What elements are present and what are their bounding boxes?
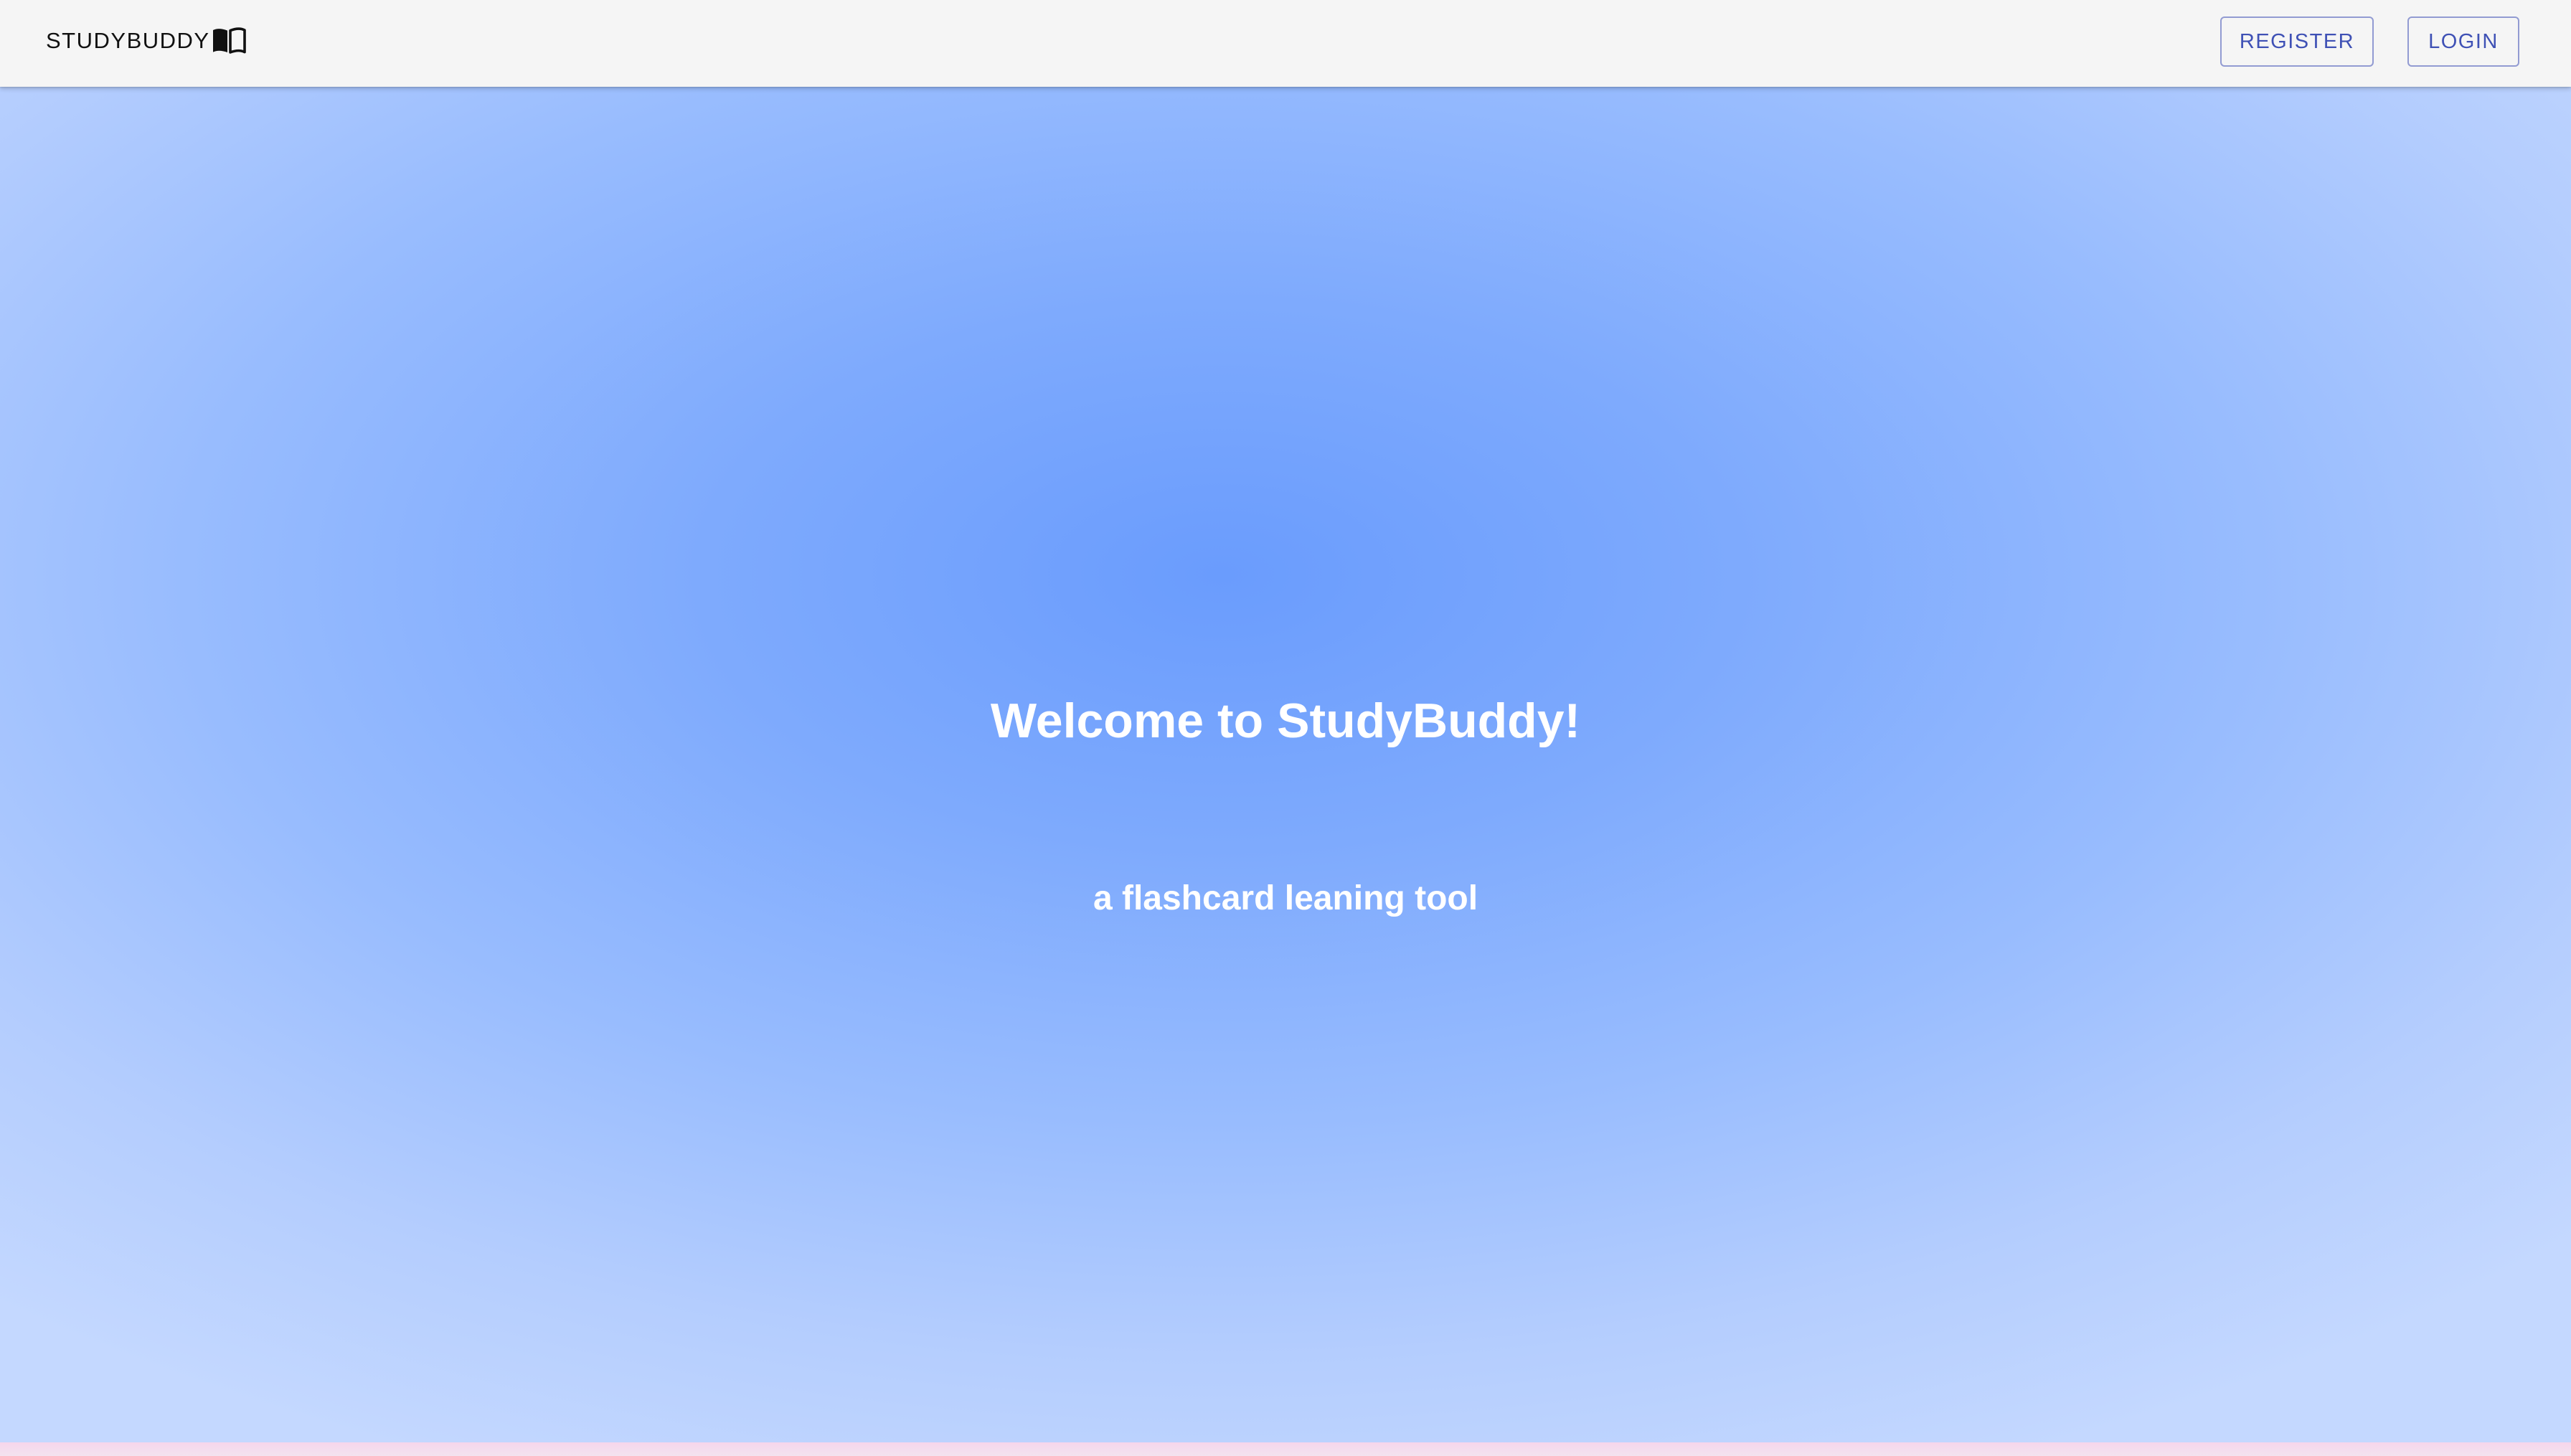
register-button[interactable]: REGISTER (2220, 16, 2374, 67)
hero-subtitle: a flashcard leaning tool (1093, 879, 1478, 917)
brand-logo[interactable]: STUDYBUDDY (46, 0, 246, 82)
open-book-icon (212, 27, 246, 55)
hero-title: Welcome to StudyBuddy! (990, 694, 1581, 748)
hero-section: Welcome to StudyBuddy! a flashcard leani… (0, 87, 2571, 1442)
page-bottom-edge (0, 1442, 2571, 1456)
brand-name: STUDYBUDDY (46, 28, 210, 53)
login-button[interactable]: LOGIN (2407, 16, 2519, 67)
app-bar: STUDYBUDDY REGISTER LOGIN (0, 0, 2571, 87)
